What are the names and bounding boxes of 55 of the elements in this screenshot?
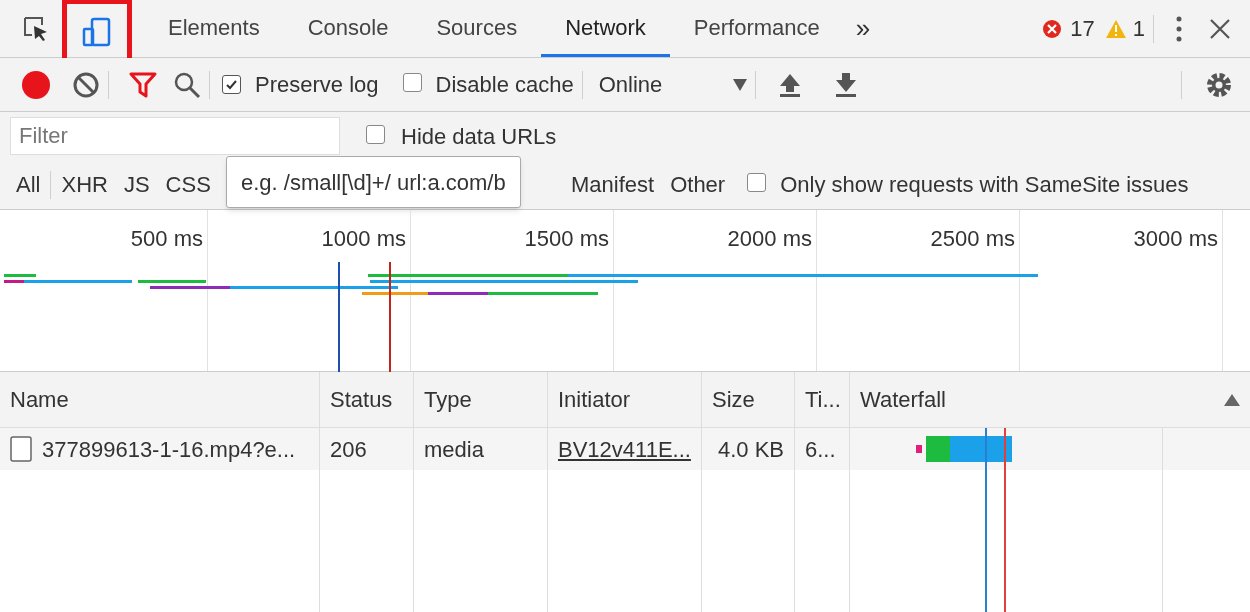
panel-tab[interactable]: Performance — [669, 0, 844, 57]
type-filter[interactable]: Other — [662, 168, 734, 201]
status-cell-text: 206 — [330, 435, 367, 464]
file-icon — [10, 436, 32, 462]
time-tick-label: 1000 ms — [321, 225, 407, 253]
hide-data-urls-checkbox[interactable] — [366, 124, 385, 144]
hide-data-urls-label: Hide data URLs — [401, 122, 557, 151]
warning-icon — [1104, 18, 1127, 39]
type-filter[interactable]: XHR — [53, 168, 116, 201]
more-tabs-button[interactable]: » — [843, 0, 883, 57]
throttling-dropdown[interactable]: Online — [598, 68, 747, 101]
device-toolbar-icon[interactable] — [81, 15, 113, 48]
column-header[interactable]: Name — [0, 372, 319, 428]
download-icon[interactable] — [833, 71, 858, 98]
error-icon — [1042, 18, 1063, 39]
column-header[interactable]: Waterfall — [850, 372, 1250, 428]
sort-arrow-icon — [1224, 393, 1240, 406]
column-header[interactable]: Ti... — [795, 372, 849, 428]
more-options-icon[interactable] — [1176, 15, 1182, 42]
filter-field[interactable]: Filter — [10, 117, 340, 155]
time-tick-label: 2000 ms — [727, 225, 813, 253]
samesite-checkbox[interactable] — [747, 173, 767, 192]
disable-cache-checkbox[interactable] — [402, 73, 422, 92]
panel-tab[interactable]: Console — [283, 0, 413, 57]
size-cell-text: 4.0 KB — [717, 435, 784, 464]
column-header[interactable]: Size — [702, 372, 794, 428]
record-button[interactable] — [22, 70, 50, 99]
time-tick-label: 2500 ms — [930, 225, 1016, 253]
time-tick-label: 3000 ms — [1133, 225, 1219, 253]
close-icon[interactable] — [1210, 18, 1230, 39]
column-header[interactable]: Type — [414, 372, 547, 428]
search-icon[interactable] — [173, 70, 201, 99]
warning-count[interactable]: 1 — [1132, 12, 1145, 45]
type-filter[interactable]: Manifest — [563, 168, 663, 201]
error-count[interactable]: 17 — [1070, 12, 1095, 45]
type-filter[interactable]: CSS — [157, 168, 219, 201]
time-tick-label: 500 ms — [130, 225, 204, 253]
type-cell-text: media — [424, 435, 484, 464]
type-filter[interactable]: JS — [115, 168, 158, 201]
panel-tab[interactable]: Elements — [144, 0, 284, 57]
checkmark-icon — [225, 78, 238, 91]
time-tick-label: 1500 ms — [524, 225, 610, 253]
type-filter[interactable]: All — [8, 168, 49, 201]
preserve-log-checkbox[interactable] — [222, 75, 241, 94]
time-cell-text: 6... — [805, 435, 836, 464]
samesite-label: Only show requests with SameSite issues — [780, 171, 1189, 199]
preserve-log-label: Preserve log — [255, 71, 379, 99]
filter-icon[interactable] — [129, 71, 157, 98]
dropdown-caret-icon — [732, 78, 747, 91]
disable-cache-label: Disable cache — [435, 71, 574, 99]
column-header[interactable]: Status — [320, 372, 413, 428]
filter-tooltip: e.g. /small[\d]+/ url:a.com/b — [226, 156, 521, 208]
panel-tab[interactable]: Sources — [412, 0, 542, 57]
column-header[interactable]: Initiator — [548, 372, 701, 428]
clear-icon[interactable] — [72, 70, 100, 99]
